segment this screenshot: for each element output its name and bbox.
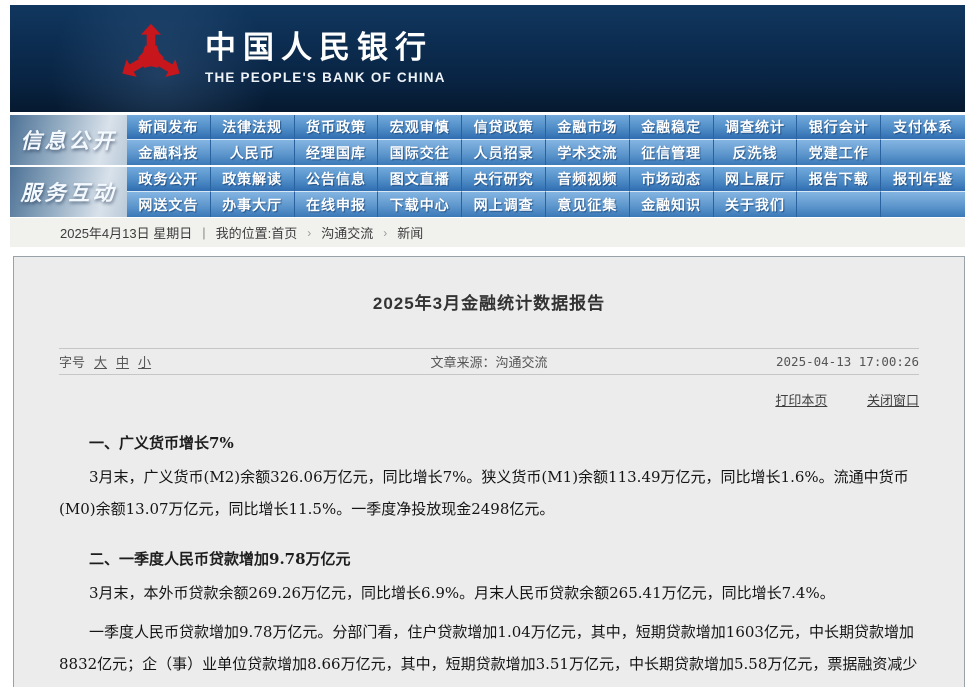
print-page-link[interactable]: 打印本页	[775, 393, 827, 408]
nav-item[interactable]: 公告信息	[295, 167, 379, 192]
font-size-label: 字号	[59, 352, 85, 371]
home-logo-link[interactable]: 中国人民银行 THE PEOPLE'S BANK OF CHINA	[115, 19, 446, 95]
nav-item[interactable]: 图文直播	[378, 167, 462, 192]
breadcrumb-location-home[interactable]: 我的位置:首页	[216, 223, 298, 242]
nav-item[interactable]: 人员招录	[462, 140, 546, 165]
nav-item[interactable]: 办事大厅	[211, 192, 295, 217]
nav-section-label: 信息公开	[21, 125, 117, 155]
nav-item[interactable]: 调查统计	[714, 115, 798, 140]
article-meta-bar: 字号 大 中 小 文章来源：沟通交流 2025-04-13 17:00:26	[59, 348, 919, 375]
nav-item[interactable]: 音频视频	[546, 167, 630, 192]
nav-item[interactable]: 法律法规	[211, 115, 295, 140]
nav-grid: 新闻发布法律法规货币政策宏观审慎信贷政策金融市场金融稳定调查统计银行会计支付体系…	[127, 115, 965, 165]
breadcrumb-link-communication[interactable]: 沟通交流	[321, 223, 373, 242]
font-size-small-button[interactable]: 小	[138, 352, 151, 371]
section-heading: 一、广义货币增长7%	[59, 432, 919, 454]
article-source: 沟通交流	[496, 355, 548, 370]
nav-item[interactable]: 人民币	[211, 140, 295, 165]
article-source-label: 文章来源：	[430, 355, 495, 370]
nav-item[interactable]: 反洗钱	[714, 140, 798, 165]
nav-item[interactable]: 在线申报	[295, 192, 379, 217]
nav-item[interactable]: 关于我们	[714, 192, 798, 217]
breadcrumb: 2025年4月13日 星期日 | 我的位置:首页 › 沟通交流 › 新闻	[10, 218, 965, 247]
nav-item[interactable]: 经理国库	[295, 140, 379, 165]
nav-item[interactable]: 金融知识	[630, 192, 714, 217]
nav-item[interactable]: 学术交流	[546, 140, 630, 165]
article-actions: 打印本页 关闭窗口	[59, 390, 919, 409]
breadcrumb-arrow-icon: ›	[307, 226, 311, 240]
nav-item[interactable]: 金融稳定	[630, 115, 714, 140]
nav-item[interactable]: 政策解读	[211, 167, 295, 192]
nav-item[interactable]: 金融科技	[127, 140, 211, 165]
nav-item[interactable]: 报刊年鉴	[881, 167, 965, 192]
nav-item[interactable]: 网送文告	[127, 192, 211, 217]
site-title-en: THE PEOPLE'S BANK OF CHINA	[205, 70, 446, 85]
nav-section-button-services[interactable]: 服务互动	[10, 167, 127, 217]
nav-item[interactable]: 宏观审慎	[378, 115, 462, 140]
nav-item[interactable]: 网上展厅	[714, 167, 798, 192]
nav-item[interactable]: 党建工作	[797, 140, 881, 165]
font-size-large-button[interactable]: 大	[94, 352, 107, 371]
nav-band-services: 服务互动 政务公开政策解读公告信息图文直播央行研究音频视频市场动态网上展厅报告下…	[10, 167, 965, 217]
site-title-cn: 中国人民银行	[205, 29, 446, 67]
nav-item[interactable]: 货币政策	[295, 115, 379, 140]
nav-item[interactable]: 央行研究	[462, 167, 546, 192]
site-header: 中国人民银行 THE PEOPLE'S BANK OF CHINA	[10, 5, 965, 112]
nav-item[interactable]: 征信管理	[630, 140, 714, 165]
close-window-link[interactable]: 关闭窗口	[867, 393, 919, 408]
font-size-medium-button[interactable]: 中	[116, 352, 129, 371]
nav-item-empty	[797, 192, 881, 217]
paragraph: 3月末，广义货币(M2)余额326.06万亿元，同比增长7%。狭义货币(M1)余…	[59, 461, 919, 525]
nav-item[interactable]: 网上调查	[462, 192, 546, 217]
paragraph: 3月末，本外币贷款余额269.26万亿元，同比增长6.9%。月末人民币贷款余额2…	[59, 577, 919, 609]
nav-item[interactable]: 信贷政策	[462, 115, 546, 140]
breadcrumb-link-news[interactable]: 新闻	[397, 223, 423, 242]
nav-grid: 政务公开政策解读公告信息图文直播央行研究音频视频市场动态网上展厅报告下载报刊年鉴…	[127, 167, 965, 217]
current-date: 2025年4月13日 星期日	[60, 223, 192, 242]
breadcrumb-separator: |	[202, 225, 205, 240]
article-datetime: 2025-04-13 17:00:26	[650, 354, 919, 369]
breadcrumb-arrow-icon: ›	[383, 226, 387, 240]
nav-item-empty	[881, 140, 965, 165]
nav-item[interactable]: 国际交往	[378, 140, 462, 165]
nav-item[interactable]: 金融市场	[546, 115, 630, 140]
nav-band-info-disclosure: 信息公开 新闻发布法律法规货币政策宏观审慎信贷政策金融市场金融稳定调查统计银行会…	[10, 115, 965, 165]
nav-item[interactable]: 市场动态	[630, 167, 714, 192]
nav-item[interactable]: 银行会计	[797, 115, 881, 140]
article-panel: 2025年3月金融统计数据报告 字号 大 中 小 文章来源：沟通交流 2025-…	[13, 256, 965, 687]
paragraph: 一季度人民币贷款增加9.78万亿元。分部门看，住户贷款增加1.04万亿元，其中，…	[59, 616, 919, 687]
section-heading: 二、一季度人民币贷款增加9.78万亿元	[59, 548, 919, 570]
nav-item[interactable]: 下载中心	[378, 192, 462, 217]
article-body: 一、广义货币增长7% 3月末，广义货币(M2)余额326.06万亿元，同比增长7%…	[59, 432, 919, 687]
nav-item[interactable]: 报告下载	[797, 167, 881, 192]
nav-item[interactable]: 新闻发布	[127, 115, 211, 140]
page: 中国人民银行 THE PEOPLE'S BANK OF CHINA 信息公开 新…	[10, 0, 965, 687]
article-title: 2025年3月金融统计数据报告	[59, 289, 919, 314]
nav-item[interactable]: 支付体系	[881, 115, 965, 140]
nav-item[interactable]: 意见征集	[546, 192, 630, 217]
nav-item[interactable]: 政务公开	[127, 167, 211, 192]
nav-item-empty	[881, 192, 965, 217]
main-navigation: 信息公开 新闻发布法律法规货币政策宏观审慎信贷政策金融市场金融稳定调查统计银行会…	[10, 115, 965, 217]
pboc-logo-icon	[115, 19, 187, 95]
nav-section-label: 服务互动	[21, 177, 117, 207]
nav-section-button-info-disclosure[interactable]: 信息公开	[10, 115, 127, 165]
